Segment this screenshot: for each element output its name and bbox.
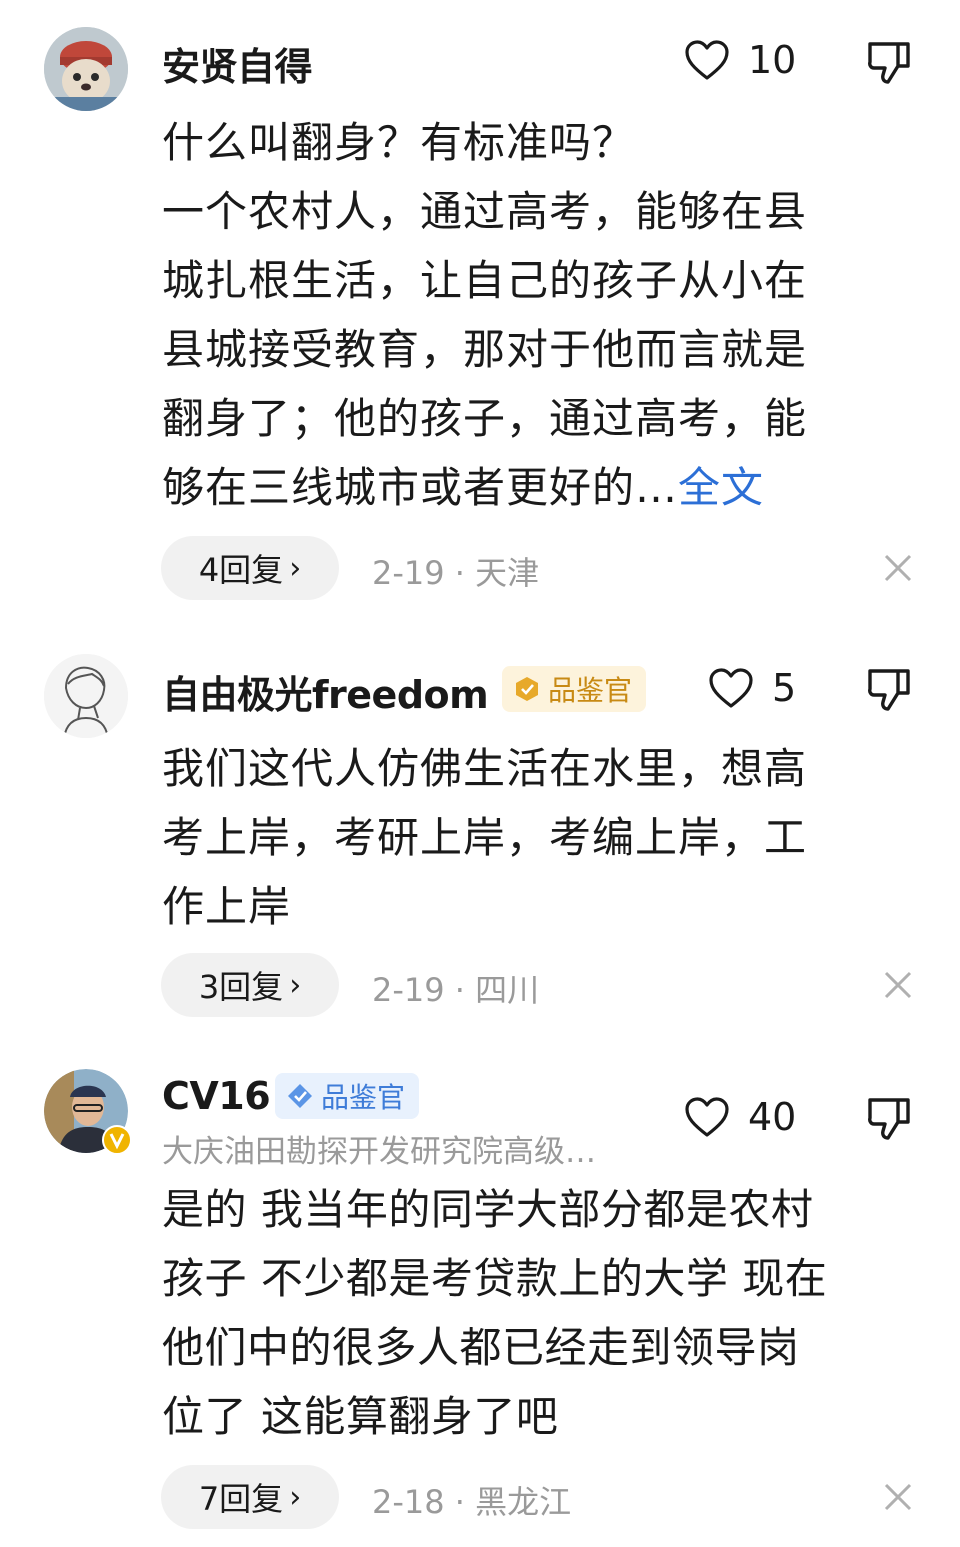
chevron-right-icon: › — [289, 967, 302, 1003]
heart-icon — [685, 40, 729, 80]
username[interactable]: 安贤自得 — [162, 36, 313, 91]
verified-v-icon — [102, 1125, 132, 1155]
comment-line: 城扎根生活，让自己的孩子从小在 — [162, 256, 808, 305]
heart-icon — [685, 1097, 729, 1137]
replies-button[interactable]: 4回复 › — [161, 536, 339, 600]
badge-icon — [516, 677, 538, 701]
comment-line: 他们中的很多人都已经走到领导岗 — [162, 1323, 800, 1372]
comment-line: 作上岸 — [162, 882, 292, 931]
like-button[interactable]: 10 — [684, 38, 796, 82]
comment-line: 位了 这能算翻身了吧 — [162, 1392, 559, 1441]
reviewer-badge: 品鉴官 — [502, 666, 647, 712]
like-count: 5 — [772, 666, 797, 710]
username[interactable]: CV16 — [162, 1074, 271, 1118]
comment-meta: 2-18 · 黑龙江 — [372, 1483, 572, 1521]
thumb-down-icon[interactable] — [864, 665, 914, 715]
comment-meta: 2-19 · 天津 — [372, 554, 540, 592]
replies-button[interactable]: 7回复 › — [161, 1465, 339, 1529]
avatar[interactable] — [44, 27, 128, 111]
comment-meta: 2-19 · 四川 — [372, 971, 540, 1009]
comment-line: 是的 我当年的同学大部分都是农村 — [162, 1185, 814, 1234]
comment-line: 考上岸，考研上岸，考编上岸，工 — [162, 813, 808, 862]
expand-full-text-link[interactable]: 全文 — [678, 463, 764, 512]
username[interactable]: 自由极光freedom — [162, 664, 489, 719]
comment-body: 什么叫翻身？有标准吗？ 一个农村人，通过高考，能够在县 城扎根生活，让自己的孩子… — [162, 108, 902, 522]
comment-line: 县城接受教育，那对于他而言就是 — [162, 325, 808, 374]
avatar[interactable] — [44, 654, 128, 738]
like-count: 40 — [748, 1095, 797, 1139]
thumb-down-icon[interactable] — [864, 38, 914, 88]
like-count: 10 — [748, 38, 797, 82]
close-icon[interactable] — [882, 552, 914, 584]
user-title: 大庆油田勘探开发研究院高级… — [162, 1134, 596, 1170]
thumb-down-icon[interactable] — [864, 1094, 914, 1144]
reviewer-badge: 品鉴官 — [275, 1073, 420, 1119]
heart-icon — [709, 668, 753, 708]
comment-line: 我们这代人仿佛生活在水里，想高 — [162, 744, 808, 793]
like-button[interactable]: 5 — [708, 666, 796, 710]
comment-body: 是的 我当年的同学大部分都是农村 孩子 不少都是考贷款上的大学 现在 他们中的很… — [162, 1175, 902, 1451]
sketch-boy-avatar-icon — [44, 654, 128, 738]
comment-line: 一个农村人，通过高考，能够在县 — [162, 187, 808, 236]
close-icon[interactable] — [882, 969, 914, 1001]
comment-line: 翻身了；他的孩子，通过高考，能 — [162, 394, 808, 443]
dog-hat-avatar-icon — [44, 27, 128, 111]
comment-line: 什么叫翻身？有标准吗？ — [162, 118, 636, 167]
badge-icon — [288, 1084, 312, 1108]
avatar[interactable] — [44, 1069, 132, 1155]
comment-line: 孩子 不少都是考贷款上的大学 现在 — [162, 1254, 828, 1303]
chevron-right-icon: › — [289, 550, 302, 586]
like-button[interactable]: 40 — [684, 1095, 796, 1139]
close-icon[interactable] — [882, 1481, 914, 1513]
chevron-right-icon: › — [289, 1479, 302, 1515]
comment-body: 我们这代人仿佛生活在水里，想高 考上岸，考研上岸，考编上岸，工 作上岸 — [162, 734, 902, 941]
replies-button[interactable]: 3回复 › — [161, 953, 339, 1017]
comment-line: 够在三线城市或者更好的…全文 — [162, 463, 765, 512]
